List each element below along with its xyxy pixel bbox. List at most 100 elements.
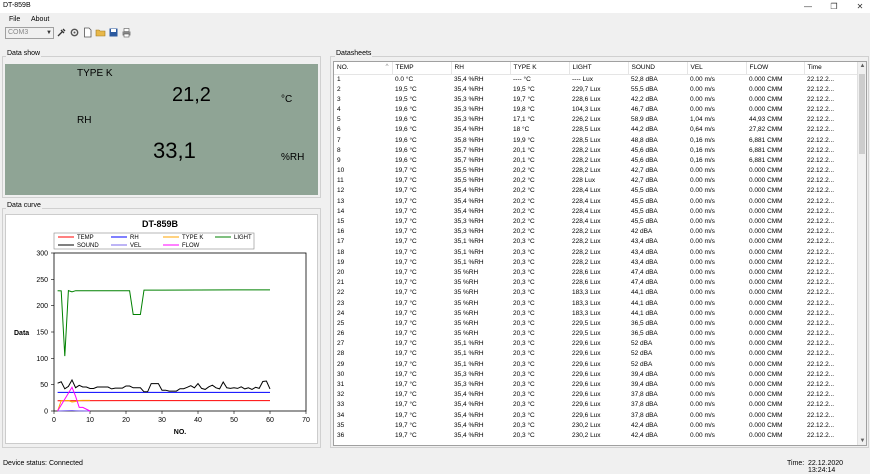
cell-light: 229,6 Lux: [569, 370, 628, 380]
column-header-rh[interactable]: RH: [451, 62, 510, 74]
table-row[interactable]: 3019,7 °C35,3 %RH20,3 °C229,6 Lux39,4 dB…: [334, 370, 859, 380]
table-row[interactable]: 3219,7 °C35,4 %RH20,3 °C229,6 Lux37,8 dB…: [334, 390, 859, 400]
cell-type-k: 20,3 °C: [510, 431, 569, 441]
column-header-no[interactable]: NO.^: [334, 62, 392, 74]
table-row[interactable]: 1519,7 °C35,3 %RH20,2 °C228,4 Lux45,5 dB…: [334, 217, 859, 227]
table-row[interactable]: 2619,7 °C35 %RH20,3 °C229,5 Lux36,5 dBA0…: [334, 329, 859, 339]
cell-flow: 0.000 CMM: [746, 237, 804, 247]
type-k-value: 21,2: [172, 84, 211, 107]
cell-temp: 19,7 °C: [392, 237, 451, 247]
column-header-type-k[interactable]: TYPE K: [510, 62, 569, 74]
cell-no: 8: [334, 146, 392, 156]
table-row[interactable]: 1419,7 °C35,4 %RH20,2 °C228,4 Lux45,5 dB…: [334, 207, 859, 217]
table-row[interactable]: 2019,7 °C35 %RH20,3 °C228,6 Lux47,4 dBA0…: [334, 268, 859, 278]
y-tick-label: 300: [36, 251, 48, 258]
menu-about[interactable]: About: [31, 16, 49, 23]
connect-icon[interactable]: [56, 27, 67, 38]
table-row[interactable]: 1019,7 °C35,5 %RH20,2 °C228,2 Lux42,7 dB…: [334, 166, 859, 176]
table-row[interactable]: 1319,7 °C35,4 %RH20,2 °C228,4 Lux45,5 dB…: [334, 197, 859, 207]
table-row[interactable]: 1619,7 °C35,3 %RH20,2 °C228,2 Lux42 dBA0…: [334, 227, 859, 237]
cell-light: 228,2 Lux: [569, 258, 628, 268]
column-header-sound[interactable]: SOUND: [628, 62, 687, 74]
table-row[interactable]: 3519,7 °C35,4 %RH20,3 °C230,2 Lux42,4 dB…: [334, 421, 859, 431]
cell-rh: 35,3 %RH: [451, 380, 510, 390]
scroll-up-icon[interactable]: ▲: [858, 63, 867, 69]
table-row[interactable]: 10.0 °C35,4 %RH---- °C---- Lux52,8 dBA0.…: [334, 74, 859, 85]
minimize-button[interactable]: —: [797, 0, 819, 13]
table-row[interactable]: 2419,7 °C35 %RH20,3 °C183,3 Lux44,1 dBA0…: [334, 309, 859, 319]
chart-panel: DT-859BTEMPRHTYPE KLIGHTSOUNDVELFLOW0501…: [5, 214, 318, 444]
table-row[interactable]: 1919,7 °C35,1 %RH20,3 °C228,2 Lux43,4 dB…: [334, 258, 859, 268]
save-icon[interactable]: [108, 27, 119, 38]
y-tick-label: 50: [40, 382, 48, 389]
cell-type-k: 20,1 °C: [510, 156, 569, 166]
scroll-down-icon[interactable]: ▼: [858, 438, 867, 444]
datasheet-table[interactable]: NO.^ TEMP RH TYPE K LIGHT SOUND VEL FLOW…: [333, 61, 867, 446]
maximize-button[interactable]: ❐: [823, 0, 845, 13]
cell-sound: 43,4 dBA: [628, 237, 687, 247]
cell-sound: 48,8 dBA: [628, 135, 687, 145]
table-row[interactable]: 3419,7 °C35,4 %RH20,3 °C229,6 Lux37,8 dB…: [334, 411, 859, 421]
table-row[interactable]: 2919,7 °C35,1 %RH20,3 °C229,6 Lux52 dBA0…: [334, 360, 859, 370]
cell-vel: 0.00 m/s: [687, 217, 746, 227]
table-row[interactable]: 3619,7 °C35,4 %RH20,3 °C230,2 Lux42,4 dB…: [334, 431, 859, 441]
table-row[interactable]: 419,6 °C35,3 %RH19,8 °C104,3 Lux46,7 dBA…: [334, 105, 859, 115]
close-button[interactable]: ✕: [849, 0, 870, 13]
table-row[interactable]: 519,6 °C35,3 %RH17,1 °C226,2 Lux58,9 dBA…: [334, 115, 859, 125]
cell-temp: 19,7 °C: [392, 349, 451, 359]
menu-bar: File About: [0, 14, 870, 26]
column-header-temp[interactable]: TEMP: [392, 62, 451, 74]
table-row[interactable]: 3119,7 °C35,3 %RH20,3 °C229,6 Lux39,4 dB…: [334, 380, 859, 390]
scrollbar-thumb[interactable]: [859, 74, 865, 154]
table-row[interactable]: 2319,7 °C35 %RH20,3 °C183,3 Lux44,1 dBA0…: [334, 298, 859, 308]
table-row[interactable]: 3319,7 °C35,4 %RH20,3 °C229,6 Lux37,8 dB…: [334, 400, 859, 410]
table-row[interactable]: 919,6 °C35,7 %RH20,1 °C228,2 Lux45,6 dBA…: [334, 156, 859, 166]
data-curve-chart: DT-859BTEMPRHTYPE KLIGHTSOUNDVELFLOW0501…: [6, 215, 317, 443]
table-row[interactable]: 2219,7 °C35 %RH20,3 °C183,3 Lux44,1 dBA0…: [334, 288, 859, 298]
cell-sound: 45,6 dBA: [628, 156, 687, 166]
cell-time: 22.12.2...: [804, 176, 859, 186]
table-row[interactable]: 319,5 °C35,3 %RH19,7 °C228,6 Lux42,2 dBA…: [334, 95, 859, 105]
table-row[interactable]: 2819,7 °C35,1 %RH20,3 °C229,6 Lux52 dBA0…: [334, 349, 859, 359]
port-select[interactable]: COM3 ▼: [5, 27, 54, 39]
column-header-vel[interactable]: VEL: [687, 62, 746, 74]
cell-time: 22.12.2...: [804, 125, 859, 135]
table-row[interactable]: 1119,7 °C35,5 %RH20,2 °C228 Lux42,7 dBA0…: [334, 176, 859, 186]
table-row[interactable]: 819,6 °C35,7 %RH20,1 °C228,2 Lux45,6 dBA…: [334, 146, 859, 156]
new-file-icon[interactable]: [82, 27, 93, 38]
table-row[interactable]: 619,6 °C35,4 %RH18 °C228,5 Lux44,2 dBA0,…: [334, 125, 859, 135]
cell-sound: 42,4 dBA: [628, 431, 687, 441]
cell-temp: 19,7 °C: [392, 258, 451, 268]
cell-rh: 35,8 %RH: [451, 135, 510, 145]
table-row[interactable]: 219,5 °C35,4 %RH19,5 °C229,7 Lux55,5 dBA…: [334, 85, 859, 95]
settings-icon[interactable]: [69, 27, 80, 38]
open-folder-icon[interactable]: [95, 27, 106, 38]
cell-flow: 0.000 CMM: [746, 74, 804, 85]
table-row[interactable]: 2719,7 °C35,1 %RH20,3 °C229,6 Lux52 dBA0…: [334, 339, 859, 349]
cell-time: 22.12.2...: [804, 349, 859, 359]
table-row[interactable]: 2119,7 °C35 %RH20,3 °C228,6 Lux47,4 dBA0…: [334, 278, 859, 288]
table-row[interactable]: 1819,7 °C35,1 %RH20,3 °C228,2 Lux43,4 dB…: [334, 248, 859, 258]
cell-flow: 0.000 CMM: [746, 197, 804, 207]
cell-flow: 0.000 CMM: [746, 370, 804, 380]
print-icon[interactable]: [121, 27, 132, 38]
table-row[interactable]: 2519,7 °C35 %RH20,3 °C229,5 Lux36,5 dBA0…: [334, 319, 859, 329]
column-header-time[interactable]: Time: [804, 62, 859, 74]
cell-no: 4: [334, 105, 392, 115]
cell-flow: 0.000 CMM: [746, 186, 804, 196]
table-row[interactable]: 1719,7 °C35,1 %RH20,3 °C228,2 Lux43,4 dB…: [334, 237, 859, 247]
vertical-scrollbar[interactable]: ▲ ▼: [857, 62, 866, 445]
cell-no: 29: [334, 360, 392, 370]
cell-light: 228,2 Lux: [569, 166, 628, 176]
cell-time: 22.12.2...: [804, 146, 859, 156]
data-show-panel: TYPE K 21,2 °C RH 33,1 %RH: [5, 64, 318, 195]
column-header-flow[interactable]: FLOW: [746, 62, 804, 74]
column-header-light[interactable]: LIGHT: [569, 62, 628, 74]
cell-sound: 55,5 dBA: [628, 85, 687, 95]
cell-light: 228,6 Lux: [569, 268, 628, 278]
cell-type-k: 20,2 °C: [510, 166, 569, 176]
table-row[interactable]: 719,6 °C35,8 %RH19,9 °C228,5 Lux48,8 dBA…: [334, 135, 859, 145]
menu-file[interactable]: File: [9, 16, 20, 23]
cell-rh: 35 %RH: [451, 329, 510, 339]
table-row[interactable]: 1219,7 °C35,4 %RH20,2 °C228,4 Lux45,5 dB…: [334, 186, 859, 196]
